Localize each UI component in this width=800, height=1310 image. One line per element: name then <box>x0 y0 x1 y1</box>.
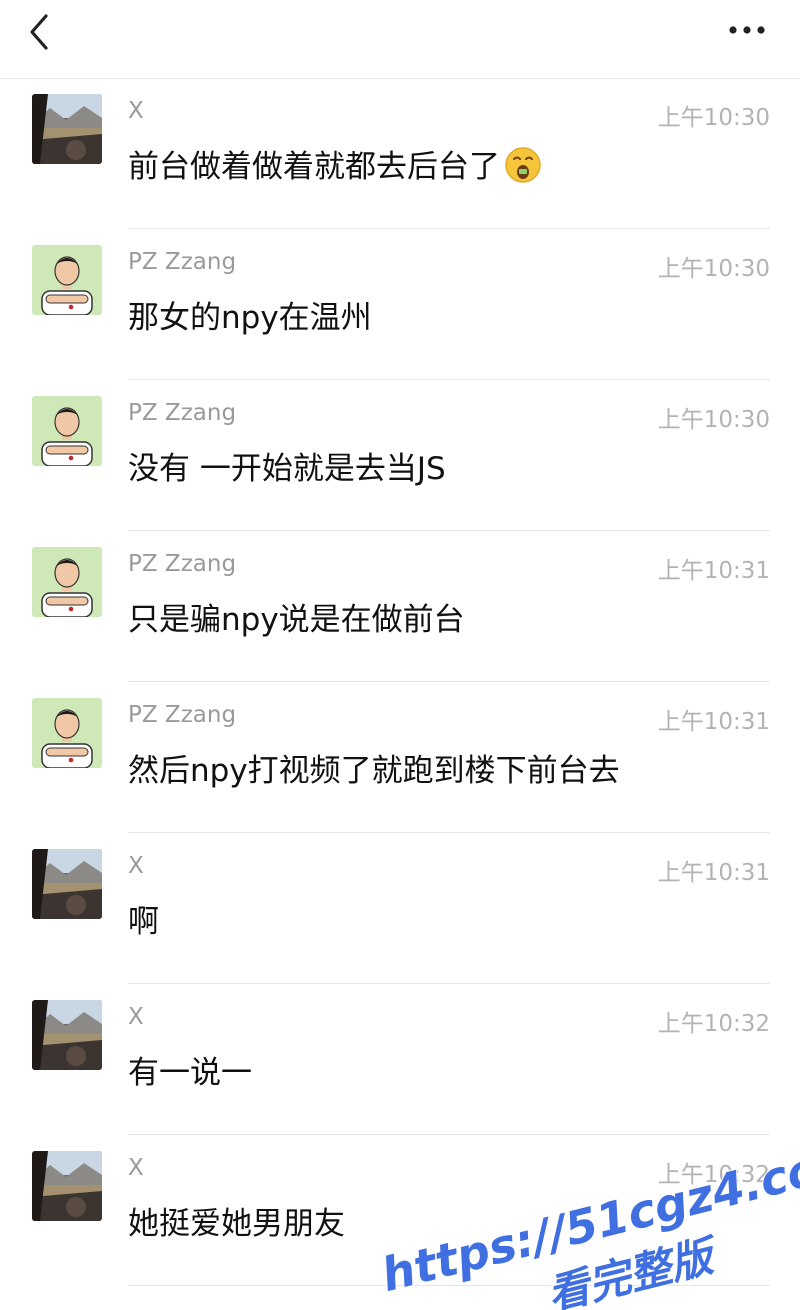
sender-name: X <box>128 1004 144 1030</box>
message-time: 上午10:30 <box>657 105 770 131</box>
back-chevron-icon[interactable] <box>24 10 60 54</box>
message-text: 前台做着做着就都去后台了 <box>128 141 542 186</box>
message-text: 没有 一开始就是去当JS <box>128 451 446 487</box>
message-text: 只是骗npy说是在做前台 <box>128 602 465 638</box>
avatar-cartoon-man[interactable] <box>32 245 102 315</box>
sender-name: PZ Zzang <box>128 249 237 275</box>
message-item[interactable]: PZ Zzang 上午10:30 那女的npy在温州 <box>0 229 800 380</box>
message-item[interactable]: X 上午10:32 有一说一 <box>0 984 800 1135</box>
message-time: 上午10:31 <box>657 558 770 584</box>
avatar-landscape[interactable] <box>32 94 102 164</box>
money-mouth-emoji-icon <box>505 147 541 183</box>
sender-name: PZ Zzang <box>128 551 237 577</box>
avatar-cartoon-man[interactable] <box>32 698 102 768</box>
message-time: 上午10:31 <box>657 860 770 886</box>
message-time: 上午10:30 <box>657 256 770 282</box>
sender-name: X <box>128 853 144 879</box>
watermark: https://51cgz4.com 看完整版 <box>375 1129 800 1310</box>
message-text: 有一说一 <box>128 1055 252 1091</box>
message-time: 上午10:31 <box>657 709 770 735</box>
sender-name: X <box>128 1155 144 1181</box>
message-item[interactable]: PZ Zzang 上午10:31 然后npy打视频了就跑到楼下前台去 <box>0 682 800 833</box>
message-item[interactable]: PZ Zzang 上午10:31 只是骗npy说是在做前台 <box>0 531 800 682</box>
message-text: 啊 <box>128 904 159 940</box>
message-time: 上午10:30 <box>657 407 770 433</box>
avatar-landscape[interactable] <box>32 849 102 919</box>
message-item[interactable]: X 上午10:30 前台做着做着就都去后台了 <box>0 78 800 229</box>
avatar-cartoon-man[interactable] <box>32 396 102 466</box>
avatar-cartoon-man[interactable] <box>32 547 102 617</box>
sender-name: PZ Zzang <box>128 400 237 426</box>
avatar-landscape[interactable] <box>32 1000 102 1070</box>
message-text: 她挺爱她男朋友 <box>128 1206 345 1242</box>
top-bar <box>0 0 800 79</box>
message-text-content: 前台做着做着就都去后台了 <box>128 149 500 185</box>
sender-name: PZ Zzang <box>128 702 237 728</box>
message-text: 然后npy打视频了就跑到楼下前台去 <box>128 753 620 789</box>
message-item[interactable]: X 上午10:31 啊 <box>0 833 800 984</box>
message-text: 那女的npy在温州 <box>128 300 372 336</box>
message-time: 上午10:32 <box>657 1011 770 1037</box>
sender-name: X <box>128 98 144 124</box>
message-item[interactable]: PZ Zzang 上午10:30 没有 一开始就是去当JS <box>0 380 800 531</box>
avatar-landscape[interactable] <box>32 1151 102 1221</box>
more-dots-icon[interactable] <box>726 16 770 44</box>
